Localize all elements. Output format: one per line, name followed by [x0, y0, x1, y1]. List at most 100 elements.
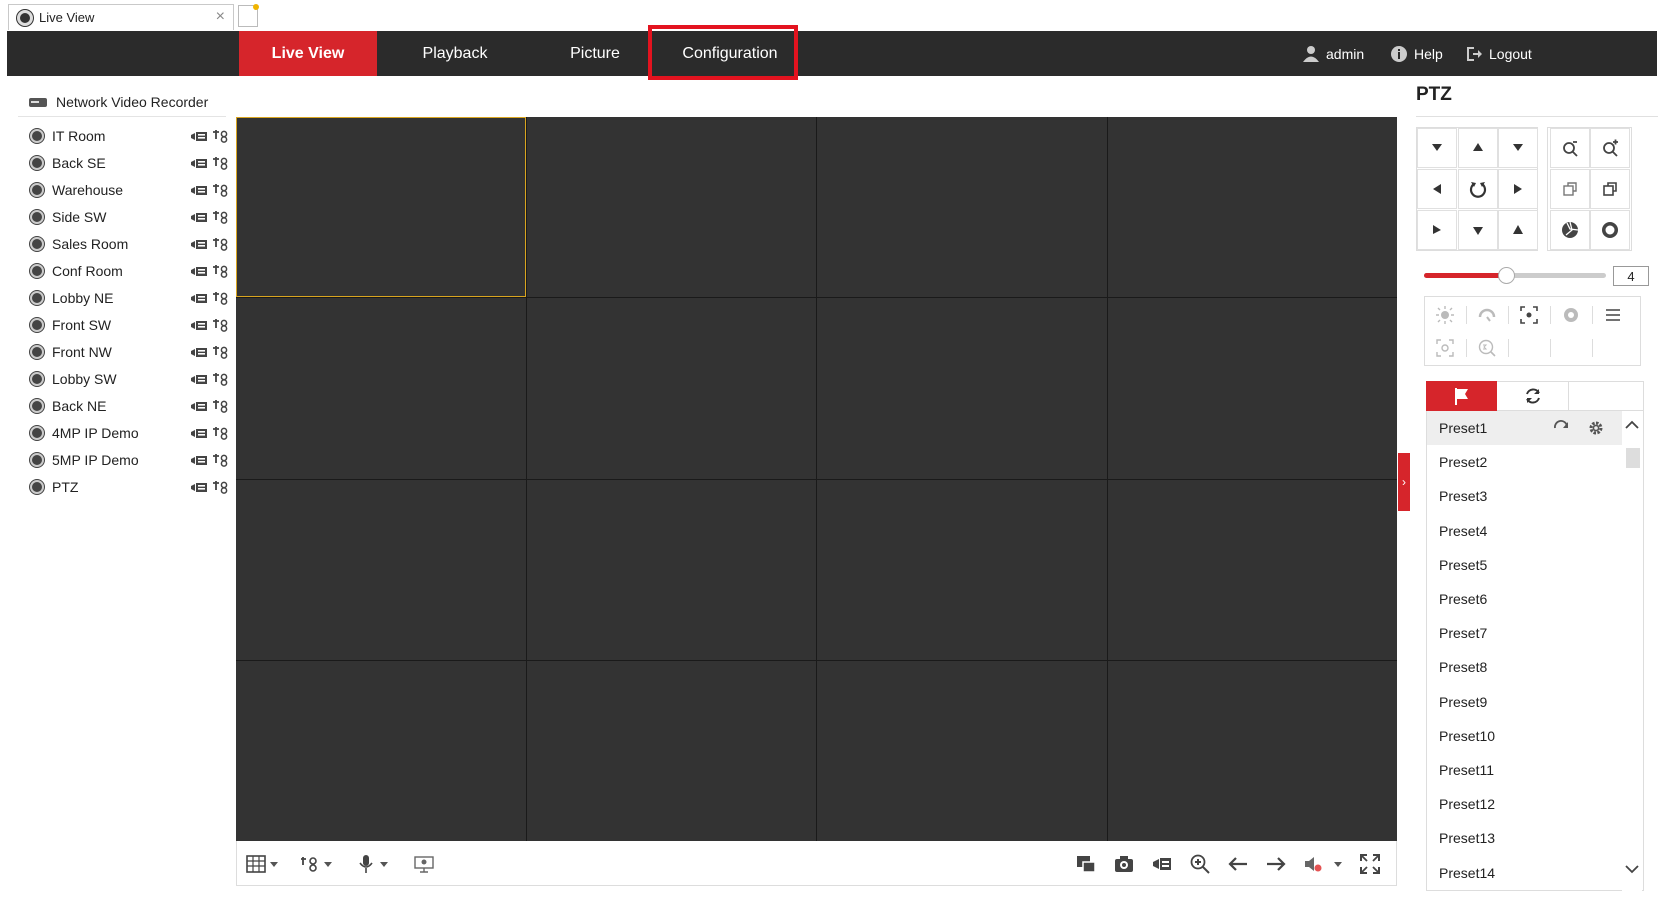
camera-item[interactable]: Back SE [30, 149, 230, 176]
record-icon[interactable] [190, 372, 208, 386]
ptz-right-button[interactable] [1498, 169, 1538, 209]
stream-icon[interactable] [212, 156, 230, 170]
record-icon[interactable] [190, 237, 208, 251]
more-menu-button[interactable] [1593, 299, 1633, 331]
ptz-left-button[interactable] [1417, 169, 1457, 209]
preset-item[interactable]: Preset1 [1427, 411, 1623, 445]
video-window[interactable] [1107, 479, 1397, 660]
camera-item[interactable]: Lobby NE [30, 284, 230, 311]
camera-item[interactable]: 5MP IP Demo [30, 446, 230, 473]
ptz-speed-handle[interactable] [1497, 267, 1515, 284]
camera-item[interactable]: Conf Room [30, 257, 230, 284]
video-window[interactable] [1107, 117, 1397, 298]
camera-item[interactable]: 4MP IP Demo [30, 419, 230, 446]
preset-item[interactable]: Preset6 [1427, 582, 1623, 616]
stream-icon[interactable] [212, 264, 230, 278]
ptz-up-left-button[interactable] [1417, 128, 1457, 168]
lens-init-button[interactable] [1551, 299, 1591, 331]
stream-icon[interactable] [212, 237, 230, 251]
video-window[interactable] [817, 660, 1107, 841]
help-link[interactable]: Help [1390, 31, 1443, 76]
zoom-out-button[interactable] [1550, 128, 1590, 168]
ptz-up-right-button[interactable] [1498, 128, 1538, 168]
tab-live-view[interactable]: Live View [239, 31, 377, 76]
stream-icon[interactable] [212, 291, 230, 305]
preset-item[interactable]: Preset14 [1427, 856, 1623, 890]
stream-icon[interactable] [212, 345, 230, 359]
focus-far-button[interactable] [1590, 169, 1630, 209]
stream-icon[interactable] [212, 399, 230, 413]
stream-icon[interactable] [212, 318, 230, 332]
camera-item[interactable]: Lobby SW [30, 365, 230, 392]
record-icon[interactable] [190, 453, 208, 467]
next-page-button[interactable] [1265, 853, 1287, 875]
video-window[interactable] [526, 298, 816, 479]
light-button[interactable] [1425, 299, 1465, 331]
audio-button[interactable] [355, 853, 388, 875]
camera-item[interactable]: Front SW [30, 311, 230, 338]
ptz-down-button[interactable] [1458, 210, 1498, 250]
preset-item[interactable]: Preset12 [1427, 787, 1623, 821]
record-icon[interactable] [190, 183, 208, 197]
video-window[interactable] [236, 660, 526, 841]
tab-preset[interactable] [1426, 381, 1497, 411]
stop-all-button[interactable] [1075, 853, 1097, 875]
stream-icon[interactable] [212, 183, 230, 197]
close-tab-icon[interactable]: × [216, 8, 225, 26]
stream-icon[interactable] [212, 129, 230, 143]
fullscreen-button[interactable] [1359, 853, 1381, 875]
3d-zoom-button[interactable] [1467, 332, 1507, 364]
camera-item[interactable]: Sales Room [30, 230, 230, 257]
preset-item[interactable]: Preset7 [1427, 616, 1623, 650]
image-adjust-button[interactable] [413, 853, 435, 875]
preset-item[interactable]: Preset2 [1427, 445, 1623, 479]
stream-icon[interactable] [212, 210, 230, 224]
logout-link[interactable]: Logout [1465, 31, 1532, 76]
record-icon[interactable] [190, 156, 208, 170]
video-window[interactable] [817, 479, 1107, 660]
record-icon[interactable] [190, 345, 208, 359]
video-window[interactable] [526, 660, 816, 841]
stream-icon[interactable] [212, 426, 230, 440]
video-window[interactable] [236, 298, 526, 479]
ptz-speed-value[interactable]: 4 [1613, 266, 1649, 286]
call-preset-icon[interactable] [1553, 419, 1571, 440]
video-window[interactable] [236, 479, 526, 660]
stream-icon[interactable] [212, 453, 230, 467]
record-icon[interactable] [190, 318, 208, 332]
video-window[interactable] [526, 479, 816, 660]
gear-icon[interactable] [1587, 419, 1605, 440]
ptz-down-right-button[interactable] [1498, 210, 1538, 250]
camera-item[interactable]: PTZ [30, 473, 230, 500]
preset-item[interactable]: Preset3 [1427, 479, 1623, 513]
record-icon[interactable] [190, 210, 208, 224]
browser-tab[interactable]: Live View × [8, 4, 234, 30]
previous-page-button[interactable] [1227, 853, 1249, 875]
capture-button[interactable] [1113, 853, 1135, 875]
preset-item[interactable]: Preset8 [1427, 650, 1623, 684]
record-all-button[interactable] [1151, 853, 1173, 875]
preset-scroll-thumb[interactable] [1626, 448, 1640, 468]
camera-item[interactable]: Warehouse [30, 176, 230, 203]
iris-open-button[interactable] [1550, 210, 1590, 250]
preset-scrollbar[interactable] [1622, 411, 1642, 891]
video-window[interactable] [817, 298, 1107, 479]
preset-item[interactable]: Preset13 [1427, 821, 1623, 855]
video-window[interactable] [1107, 660, 1397, 841]
zoom-in-button[interactable] [1590, 128, 1630, 168]
one-touch-focus-button[interactable] [1509, 299, 1549, 331]
preset-item[interactable]: Preset9 [1427, 685, 1623, 719]
tab-patrol[interactable] [1497, 381, 1569, 411]
wiper-button[interactable] [1467, 299, 1507, 331]
preset-item[interactable]: Preset11 [1427, 753, 1623, 787]
chevron-up-icon[interactable] [1624, 419, 1640, 431]
stream-type-button[interactable] [299, 853, 332, 875]
record-icon[interactable] [190, 480, 208, 494]
camera-item[interactable]: Side SW [30, 203, 230, 230]
camera-item[interactable]: IT Room [30, 122, 230, 149]
volume-button[interactable] [1303, 853, 1342, 875]
video-window[interactable] [817, 117, 1107, 298]
video-window[interactable] [526, 117, 816, 298]
record-icon[interactable] [190, 426, 208, 440]
auxiliary-focus-button[interactable] [1425, 332, 1465, 364]
